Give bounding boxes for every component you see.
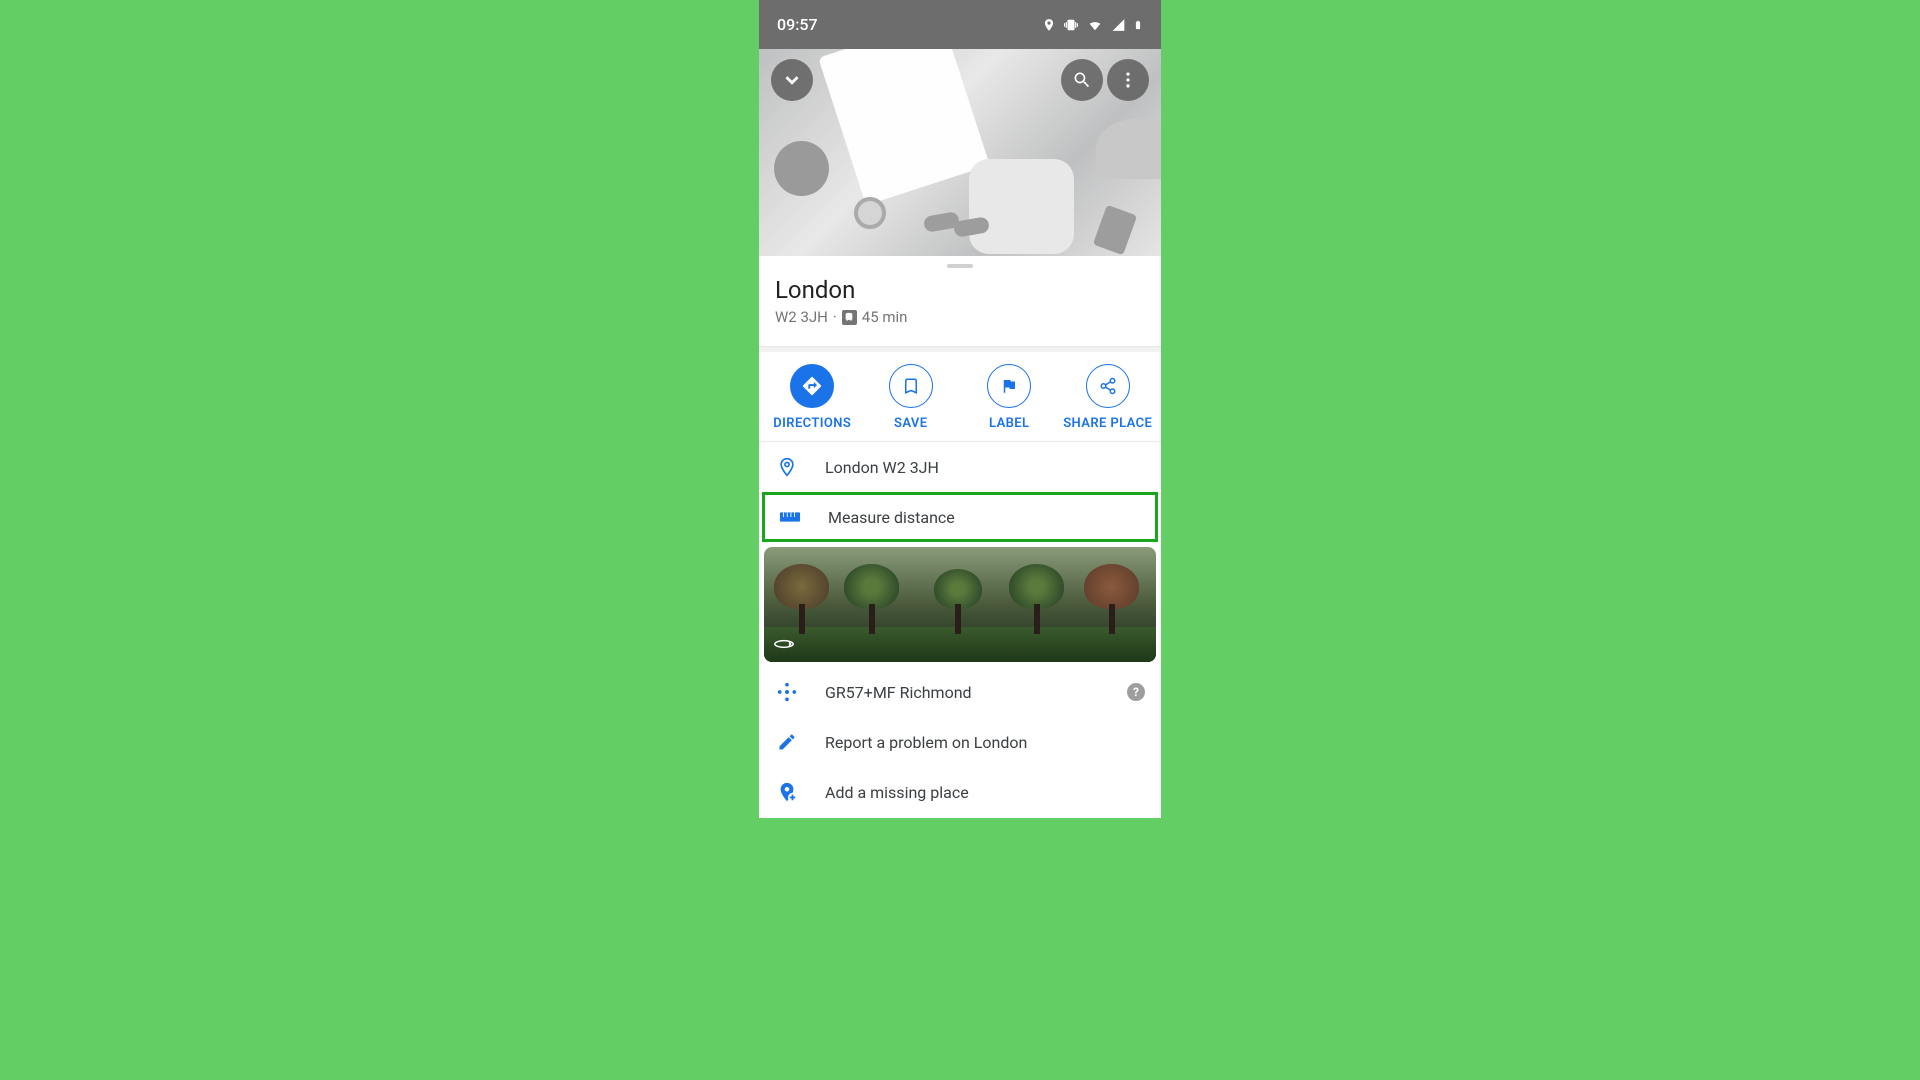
add-place-row[interactable]: Add a missing place [759,767,1161,817]
plus-code-text: GR57+MF Richmond [825,683,1101,702]
drag-handle[interactable] [947,264,973,268]
action-row: DIRECTIONS SAVE LABEL SHARE PLACE [759,352,1161,442]
help-icon[interactable]: ? [1127,683,1145,701]
address-row[interactable]: London W2 3JH [759,442,1161,492]
transit-icon [842,310,857,325]
plus-code-icon [776,681,798,703]
plus-code-row[interactable]: GR57+MF Richmond ? [759,667,1161,717]
add-place-icon [776,781,798,803]
status-time: 09:57 [777,15,818,34]
place-time: 45 min [862,308,908,326]
pin-icon [777,457,797,477]
more-button[interactable] [1107,59,1149,101]
phone-frame: 09:57 [759,0,1161,818]
report-text: Report a problem on London [825,733,1145,752]
bookmark-icon [902,377,920,395]
place-header-image [759,49,1161,256]
measure-distance-text: Measure distance [828,508,1142,527]
report-problem-row[interactable]: Report a problem on London [759,717,1161,767]
battery-icon [1133,17,1143,33]
place-subtitle: W2 3JH · 45 min [775,308,1145,326]
place-postcode: W2 3JH [775,308,828,326]
directions-button[interactable]: DIRECTIONS [763,364,862,431]
share-icon [1099,377,1117,395]
place-title: London [775,276,1145,304]
vibrate-icon [1063,18,1079,32]
label-button[interactable]: LABEL [960,364,1059,431]
pencil-icon [777,732,797,752]
chevron-down-icon [781,69,803,91]
add-place-text: Add a missing place [825,783,1145,802]
address-text: London W2 3JH [825,458,1145,477]
measure-distance-row[interactable]: Measure distance [762,492,1158,542]
share-button[interactable]: SHARE PLACE [1059,364,1158,431]
status-bar: 09:57 [759,0,1161,49]
save-button[interactable]: SAVE [862,364,961,431]
wifi-icon [1086,18,1104,32]
directions-icon [801,375,823,397]
search-icon [1072,70,1092,90]
panorama-icon [774,638,794,654]
more-vert-icon [1118,70,1138,90]
collapse-button[interactable] [771,59,813,101]
search-button[interactable] [1061,59,1103,101]
location-icon [1042,18,1056,32]
streetview-thumbnail[interactable] [764,547,1156,662]
signal-icon [1111,18,1126,32]
ruler-icon [779,510,801,524]
place-sheet: London W2 3JH · 45 min [759,264,1161,346]
flag-icon [1000,377,1018,395]
status-icons [1042,17,1143,33]
